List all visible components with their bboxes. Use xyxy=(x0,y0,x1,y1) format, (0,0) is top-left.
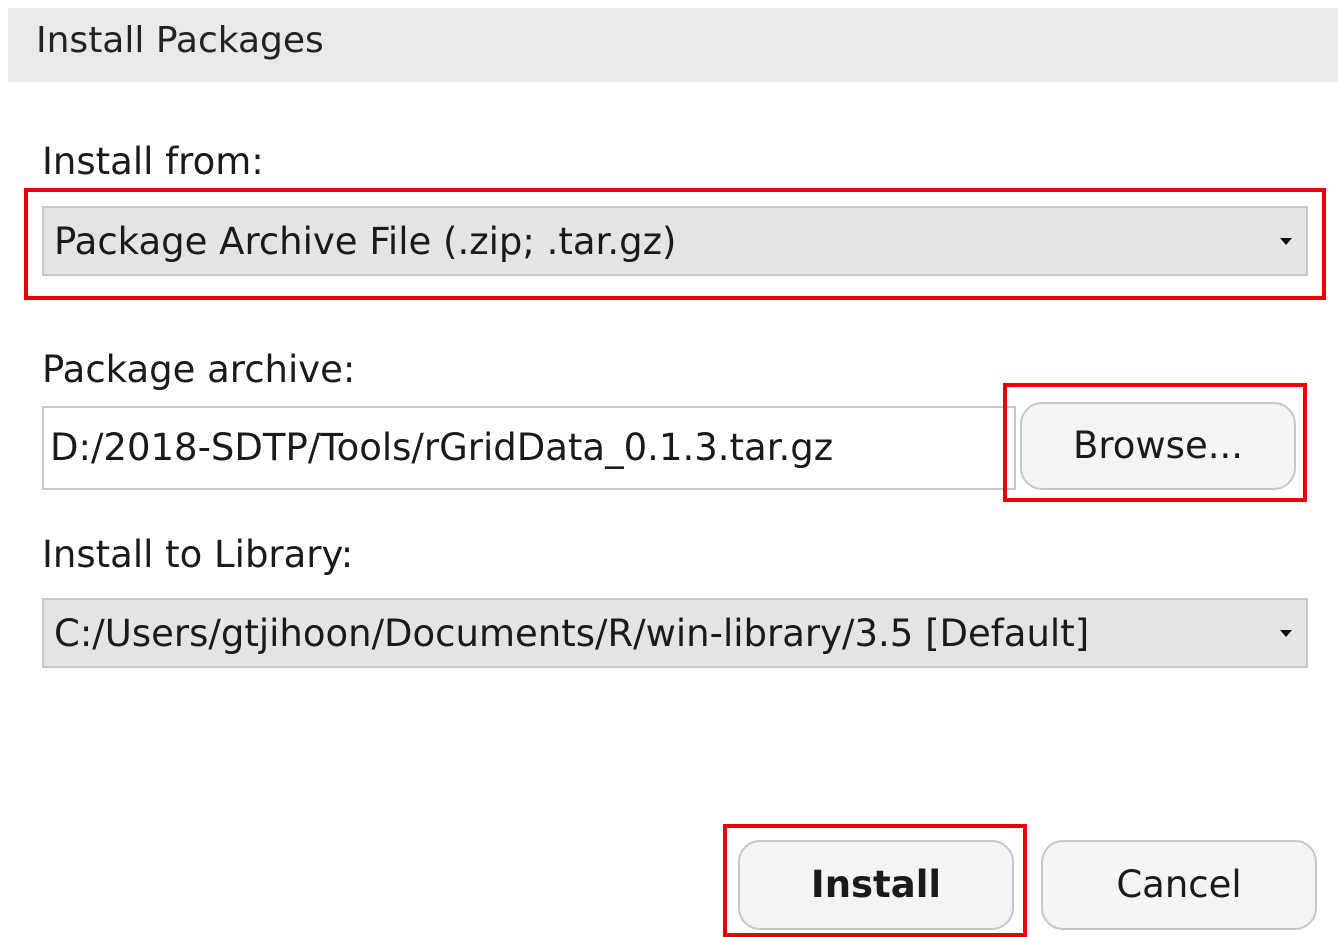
package-archive-label: Package archive: xyxy=(42,348,356,391)
install-from-selected-value: Package Archive File (.zip; .tar.gz) xyxy=(54,220,677,263)
install-from-label: Install from: xyxy=(42,140,264,183)
caret-down-icon xyxy=(1280,630,1292,637)
package-archive-input[interactable]: D:/2018-SDTP/Tools/rGridData_0.1.3.tar.g… xyxy=(42,406,1016,490)
cancel-button[interactable]: Cancel xyxy=(1041,840,1317,930)
install-to-library-label: Install to Library: xyxy=(42,533,354,576)
browse-button[interactable]: Browse... xyxy=(1020,402,1296,490)
install-from-select[interactable]: Package Archive File (.zip; .tar.gz) xyxy=(42,206,1308,276)
title-bar: Install Packages xyxy=(8,8,1338,82)
install-packages-dialog: Install Packages Install from: Package A… xyxy=(0,0,1338,937)
install-button[interactable]: Install xyxy=(738,840,1014,930)
caret-down-icon xyxy=(1280,238,1292,245)
dialog-title: Install Packages xyxy=(36,20,324,61)
install-to-library-select[interactable]: C:/Users/gtjihoon/Documents/R/win-librar… xyxy=(42,598,1308,668)
install-to-library-selected-value: C:/Users/gtjihoon/Documents/R/win-librar… xyxy=(54,612,1090,655)
